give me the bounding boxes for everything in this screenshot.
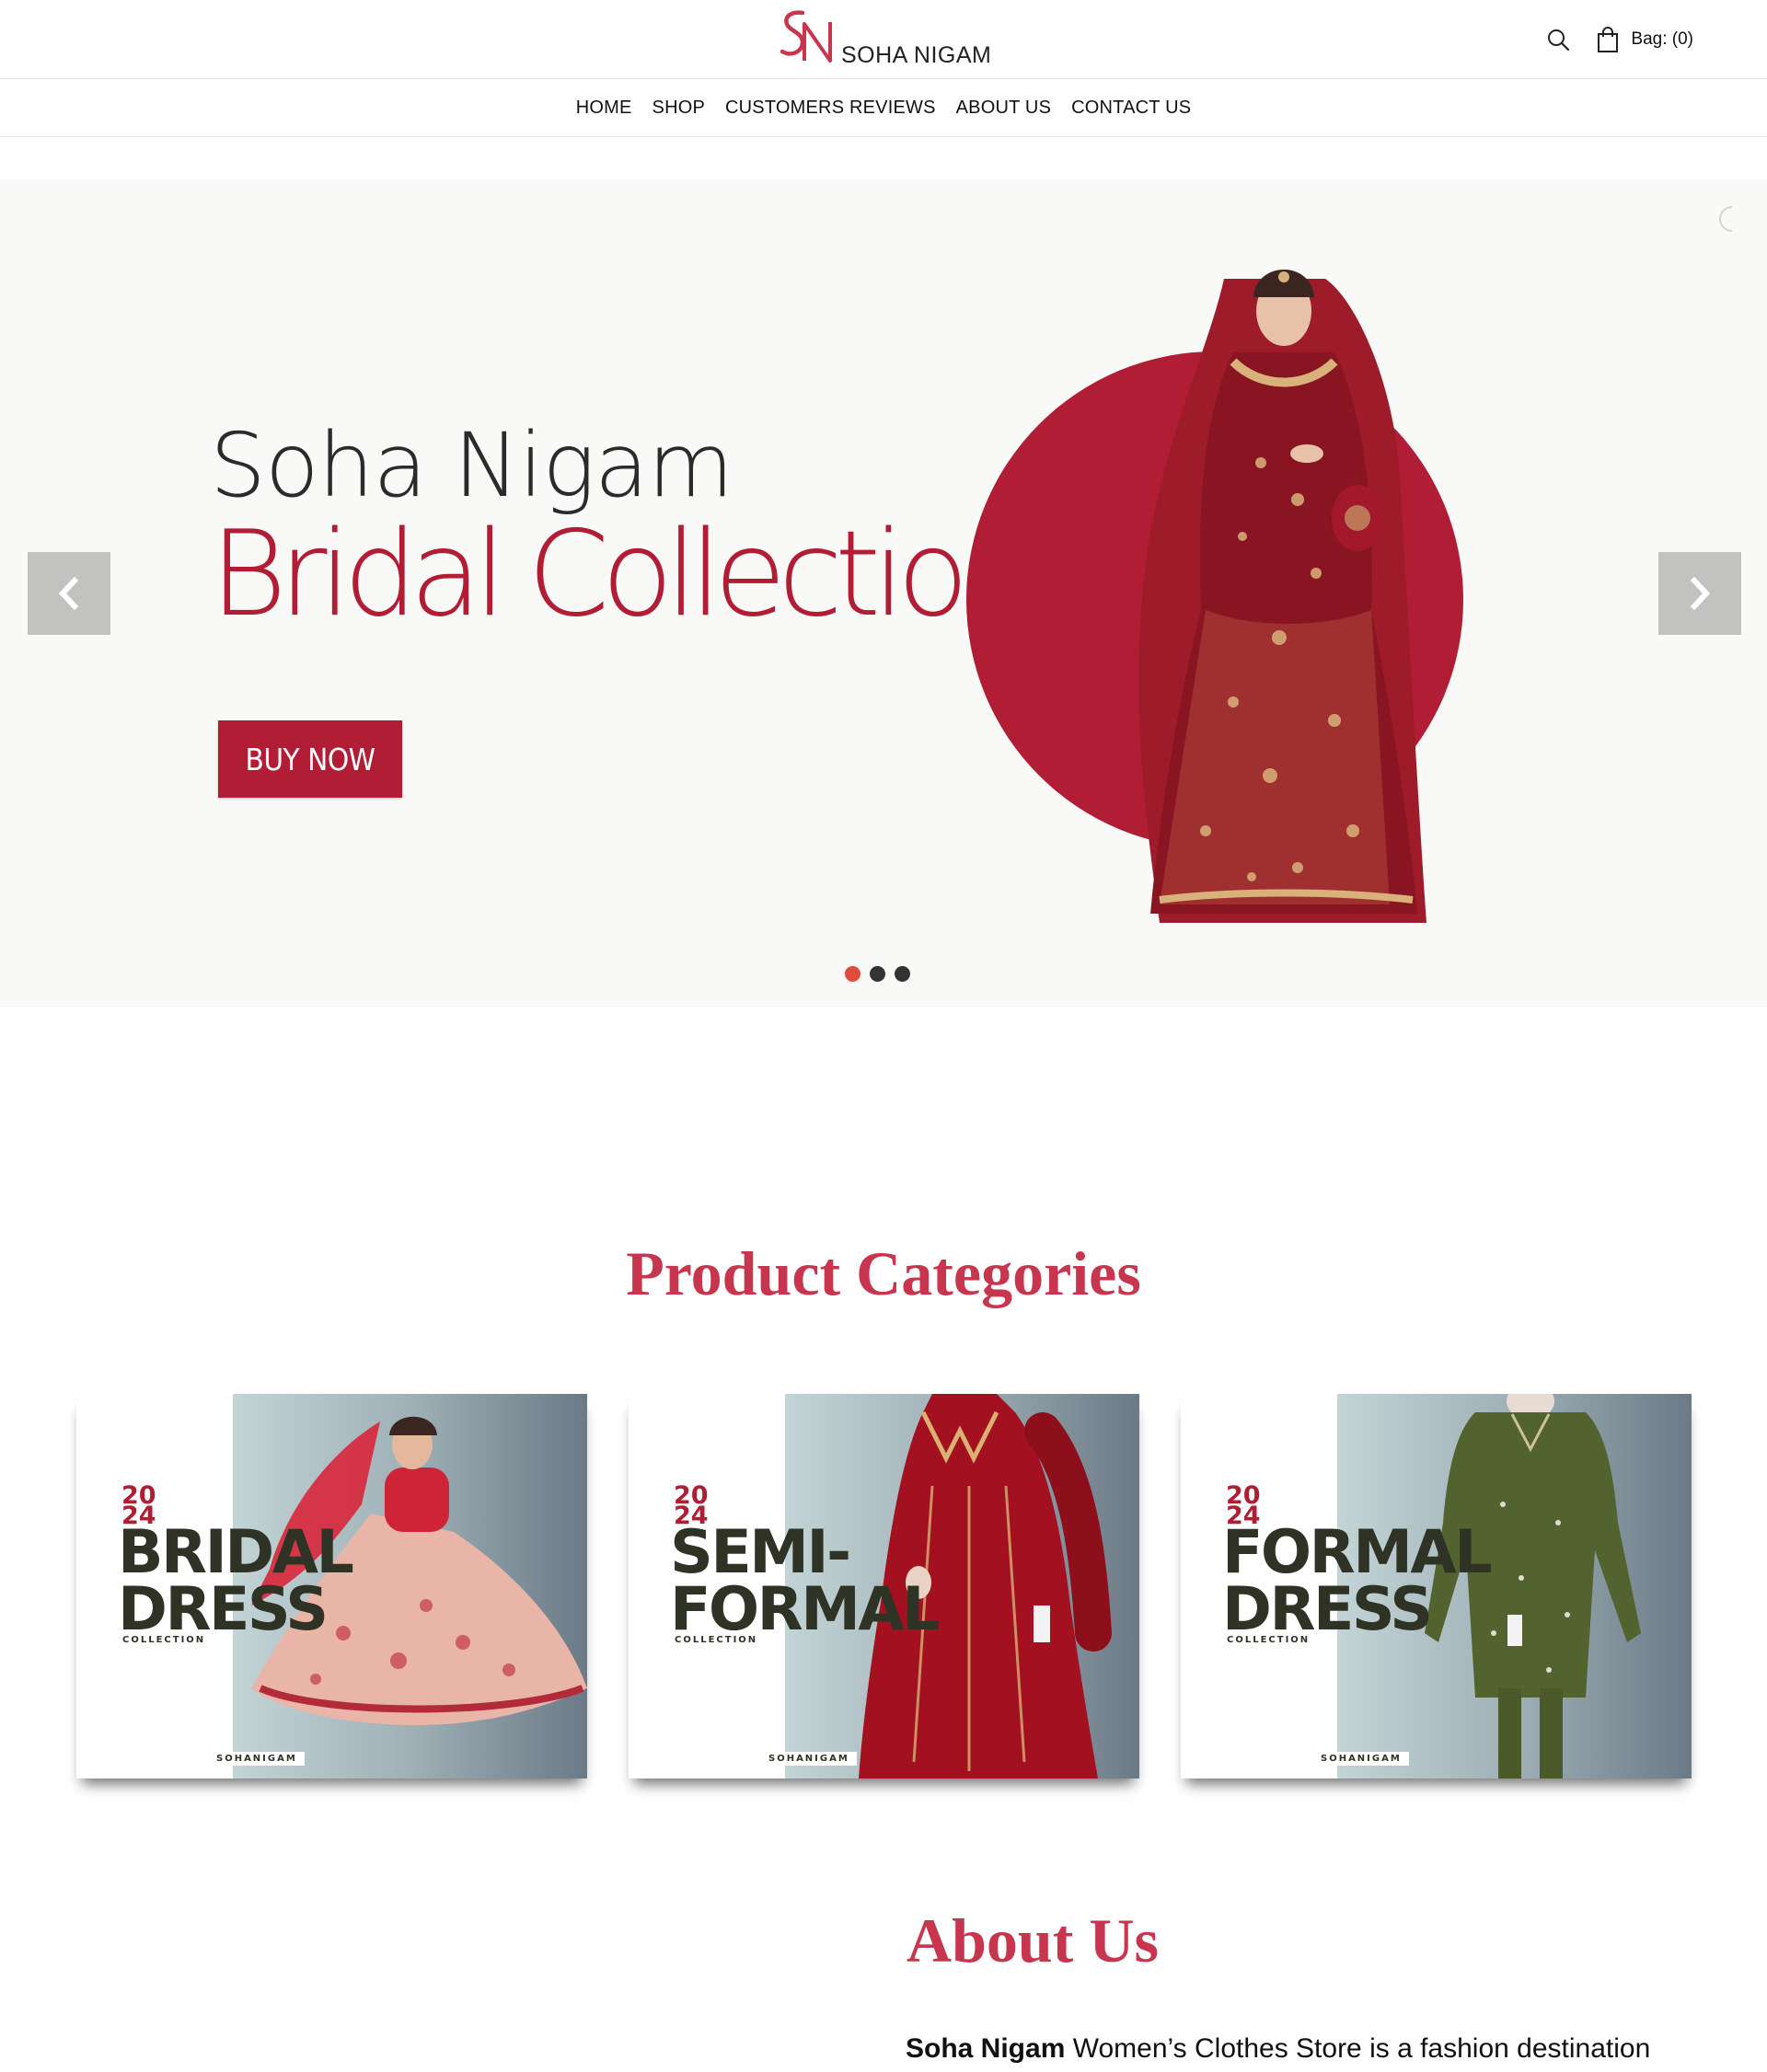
slider-next-button[interactable] [1658, 552, 1741, 635]
main-nav: HOME SHOP CUSTOMERS REVIEWS ABOUT US CON… [0, 80, 1767, 137]
buy-now-button[interactable]: BUY NOW [218, 720, 402, 798]
slider-dot-3[interactable] [895, 966, 910, 982]
card-headline: SEMI- FORMAL [670, 1518, 941, 1644]
nav-customers-reviews[interactable]: CUSTOMERS REVIEWS [715, 98, 946, 119]
about-description: Women’s Clothes Store is a fashion desti… [1065, 2033, 1651, 2064]
hero-title-collection: Bridal Collection [210, 506, 1035, 643]
card-subtitle: COLLECTION [1227, 1635, 1311, 1645]
category-card-semi-formal[interactable]: 20 24 SEMI- FORMAL COLLECTION SOHANIGAM [629, 1394, 1139, 1778]
card-headline: BRIDAL DRESS [118, 1518, 354, 1644]
shopping-bag-icon [1598, 27, 1619, 52]
hero-title-brand: Soha Nigam [210, 414, 733, 517]
slider-dot-2[interactable] [870, 966, 885, 982]
product-categories-heading: Product Categories [626, 1238, 1141, 1308]
about-us-heading: About Us [907, 1905, 1159, 1975]
slider-prev-button[interactable] [28, 552, 110, 635]
logo-text: SOHA NIGAM [841, 42, 992, 68]
nav-contact-us[interactable]: CONTACT US [1061, 98, 1201, 119]
nav-about-us[interactable]: ABOUT US [946, 98, 1061, 119]
search-button[interactable] [1544, 26, 1572, 53]
nav-shop[interactable]: SHOP [642, 98, 715, 119]
hero-slider: Soha Nigam Bridal Collection BUY NOW [0, 179, 1767, 1007]
nav-home[interactable]: HOME [566, 98, 642, 119]
top-header: SOHA NIGAM Bag: (0) [0, 0, 1767, 79]
category-card-formal[interactable]: 20 24 FORMAL DRESS COLLECTION SOHANIGAM [1181, 1394, 1692, 1778]
about-us-text: Soha Nigam Women’s Clothes Store is a fa… [906, 2033, 1650, 2065]
card-headline: FORMAL DRESS [1222, 1518, 1493, 1644]
search-icon [1548, 29, 1570, 52]
card-brand-tag: SOHANIGAM [209, 1752, 305, 1766]
bag-button[interactable]: Bag: (0) [1596, 26, 1693, 53]
slider-pagination [845, 966, 910, 982]
card-brand-tag: SOHANIGAM [761, 1752, 857, 1766]
header-tools: Bag: (0) [1544, 24, 1693, 55]
logo-monogram [780, 10, 832, 63]
chevron-left-icon [58, 577, 79, 610]
card-subtitle: COLLECTION [122, 1635, 206, 1645]
slider-dot-1[interactable] [845, 966, 860, 982]
category-card-bridal[interactable]: 20 24 BRIDAL DRESS COLLECTION SOHANIGAM [76, 1394, 587, 1778]
card-brand-tag: SOHANIGAM [1313, 1752, 1409, 1766]
logo[interactable]: SOHA NIGAM [779, 4, 999, 68]
bag-count-label: Bag: (0) [1631, 29, 1693, 49]
card-subtitle: COLLECTION [675, 1635, 758, 1645]
loading-spinner-icon [1719, 206, 1733, 232]
about-brand-name: Soha Nigam [906, 2033, 1066, 2064]
chevron-right-icon [1690, 577, 1711, 610]
bride-model-image [1138, 270, 1426, 923]
